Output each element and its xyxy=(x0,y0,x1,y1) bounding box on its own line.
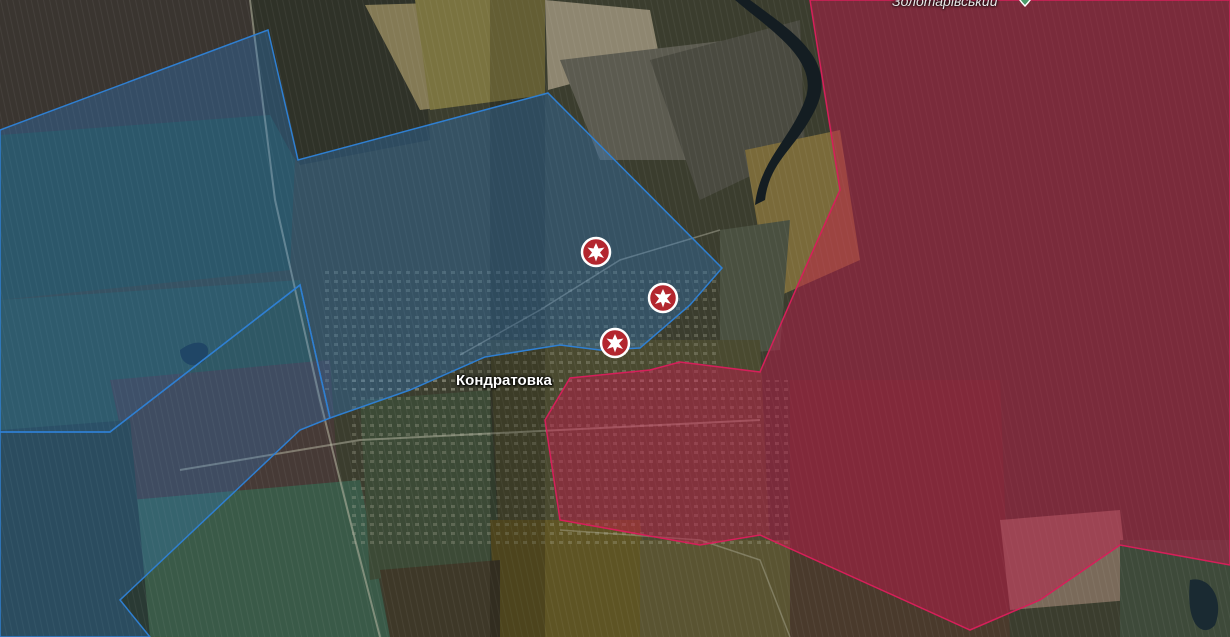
explosion-marker[interactable] xyxy=(599,327,631,359)
incident-markers xyxy=(580,0,1034,359)
map-pin-icon[interactable] xyxy=(1016,0,1034,8)
explosion-marker[interactable] xyxy=(647,282,679,314)
satellite-map[interactable]: Золотарівський Кондратовка xyxy=(0,0,1230,637)
explosion-marker[interactable] xyxy=(580,236,612,268)
